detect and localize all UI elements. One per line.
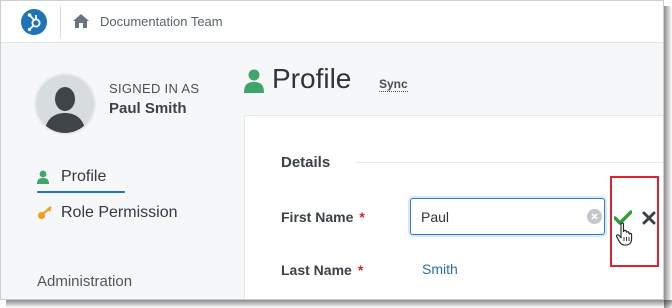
section-divider [356, 162, 663, 163]
app-window: Documentation Team SIGNED IN AS Paul Smi… [0, 0, 664, 300]
last-name-label: Last Name * [281, 262, 364, 278]
window-shadow [6, 300, 672, 308]
active-indicator [37, 191, 125, 193]
last-name-value[interactable]: Smith [422, 261, 458, 277]
user-name: Paul Smith [109, 100, 187, 117]
avatar [34, 73, 96, 135]
highlight-box [610, 176, 659, 267]
first-name-field[interactable] [410, 198, 605, 235]
sidebar-item-label: Profile [61, 168, 107, 185]
first-name-input[interactable] [421, 206, 581, 228]
top-bar: Documentation Team [1, 1, 663, 43]
hub-logo-icon[interactable] [21, 9, 47, 35]
first-name-label: First Name * [281, 209, 365, 225]
section-title: Details [281, 154, 331, 171]
team-breadcrumb[interactable]: Documentation Team [100, 14, 223, 29]
user-icon [37, 170, 49, 189]
window-shadow [664, 6, 672, 308]
clear-icon[interactable] [587, 209, 602, 224]
home-icon[interactable] [72, 13, 90, 34]
profile-icon [244, 69, 264, 98]
required-mark: * [359, 209, 365, 225]
page-title: Profile [272, 63, 352, 94]
signed-in-label: SIGNED IN AS [109, 81, 200, 96]
sidebar-item-label: Role Permission [61, 204, 178, 221]
required-mark: * [357, 262, 364, 278]
admin-heading: Administration [37, 273, 133, 290]
sync-link[interactable]: Sync [379, 77, 408, 92]
key-icon [37, 206, 53, 225]
topbar-divider [60, 6, 61, 38]
